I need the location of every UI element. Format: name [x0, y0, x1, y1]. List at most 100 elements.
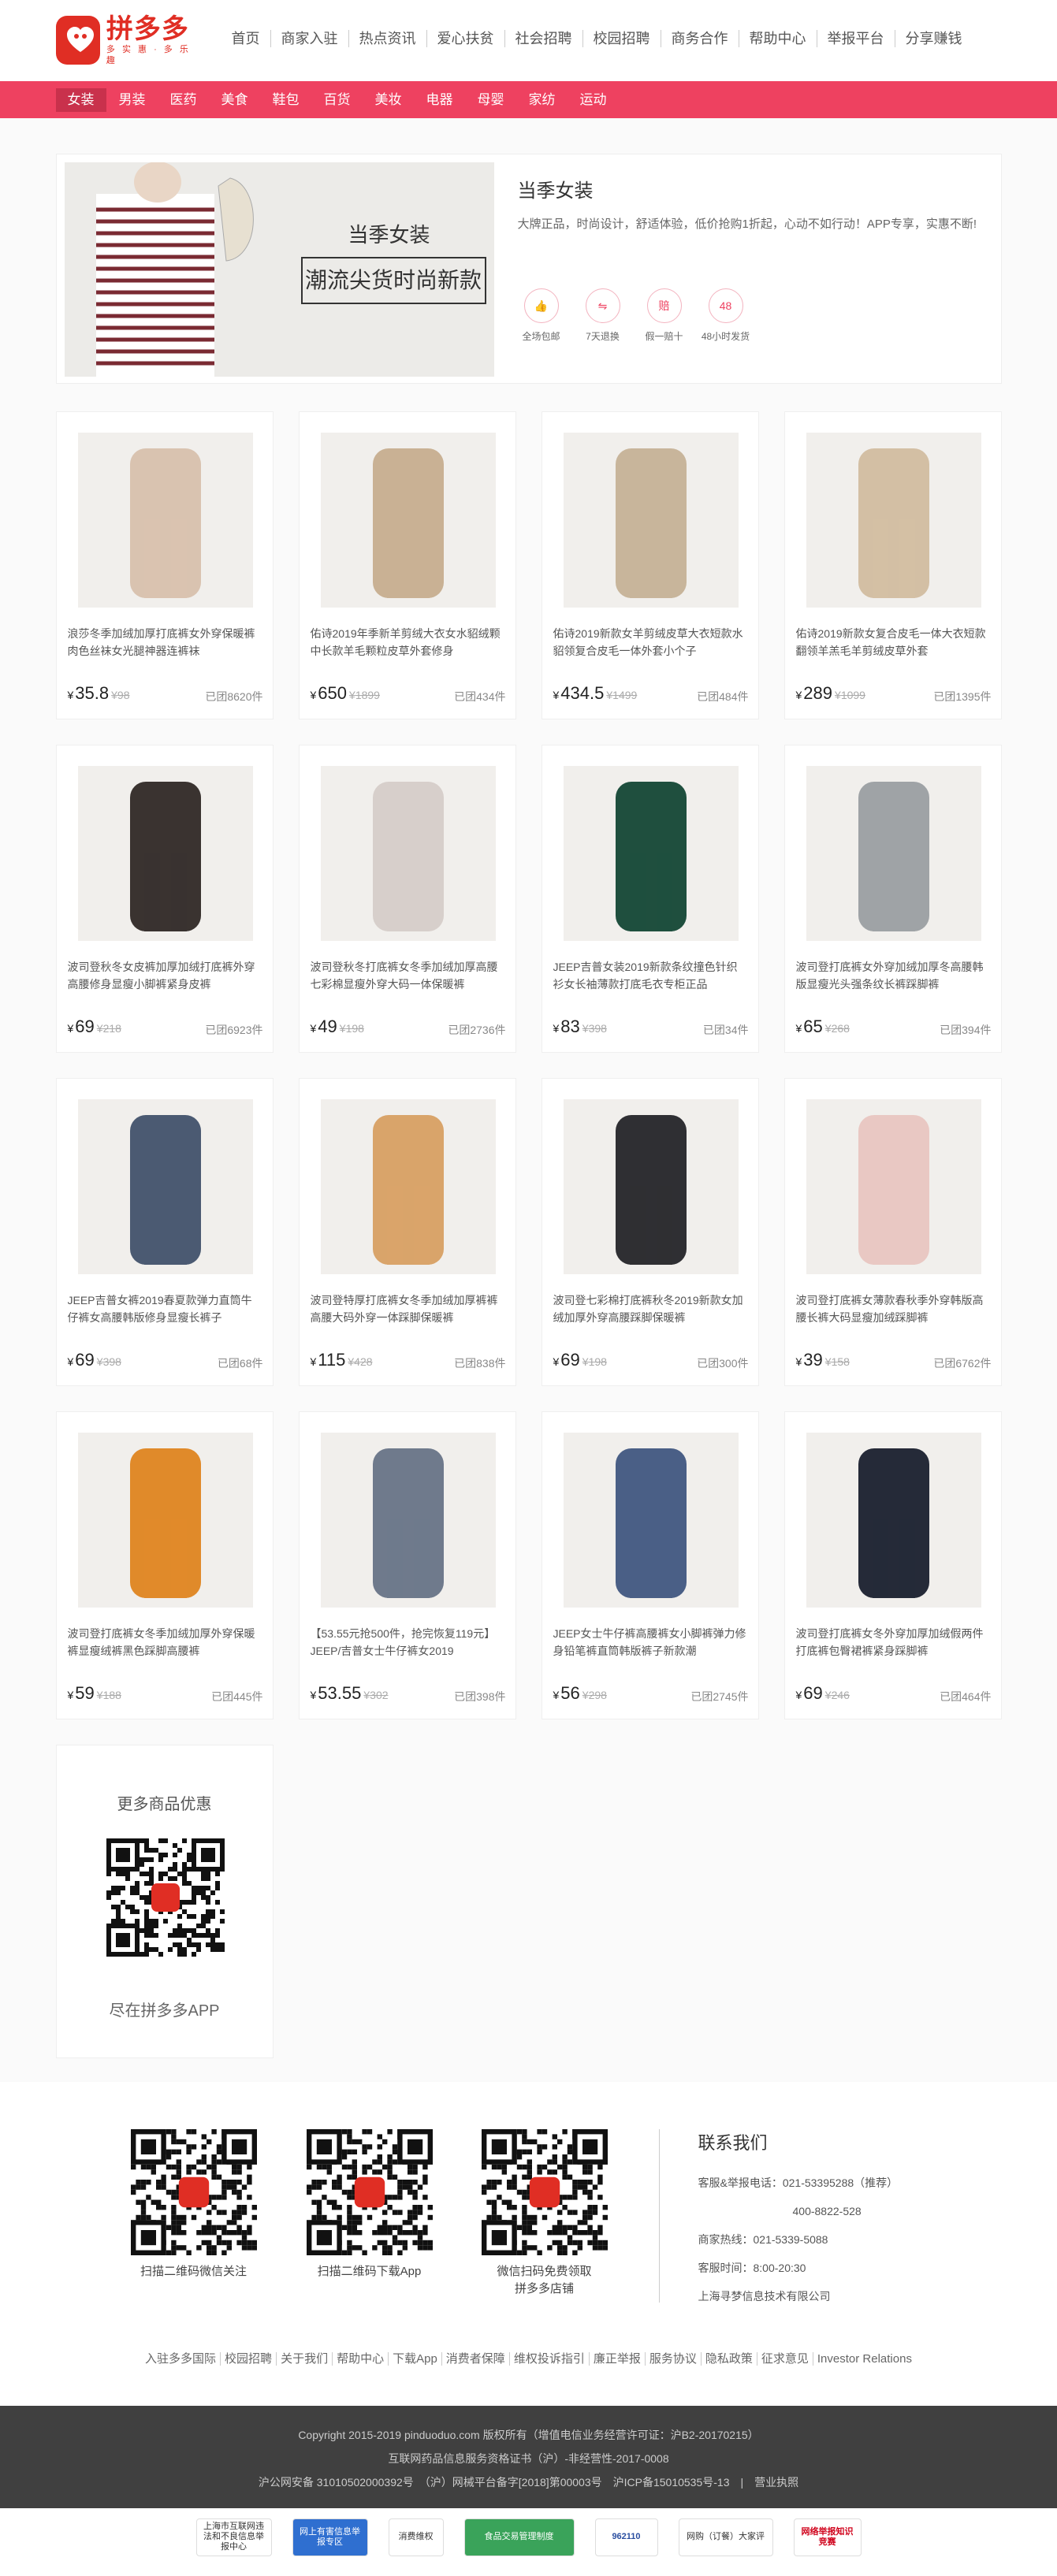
badge-consumer-rights[interactable]: 消费维权 — [388, 2518, 444, 2556]
product-image[interactable] — [320, 433, 496, 608]
product-card[interactable]: 波司登特厚打底裤女冬季加绒加厚裤裤高腰大码外穿一体踩脚保暖裤 ¥115 ¥428 已团… — [298, 1078, 516, 1386]
product-card[interactable]: 波司登打底裤女冬外穿加厚加绒假两件打底裤包臀裙裤紧身踩脚裤 ¥69 ¥246 已团46… — [783, 1411, 1002, 1719]
category-women[interactable]: 女装 — [55, 88, 106, 112]
category-food[interactable]: 美食 — [210, 88, 260, 112]
product-name[interactable]: 波司登秋冬打底裤女冬季加绒加厚高腰七彩棉显瘦外穿大码一体保暖裤 — [311, 958, 506, 993]
product-name[interactable]: 波司登七彩棉打底裤秋冬2019新款女加绒加厚外穿高腰踩脚保暖裤 — [553, 1292, 749, 1326]
category-sports[interactable]: 运动 — [568, 88, 619, 112]
nav-home[interactable]: 首页 — [221, 30, 270, 47]
badge-report-center[interactable]: 上海市互联网违法和不良信息举报中心 — [195, 2518, 272, 2556]
category-medicine[interactable]: 医药 — [158, 88, 209, 112]
nav-share-earn[interactable]: 分享赚钱 — [894, 30, 973, 47]
yen-icon: ¥ — [67, 1355, 74, 1368]
yen-icon: ¥ — [67, 689, 74, 701]
product-image[interactable] — [806, 766, 981, 941]
nav-report[interactable]: 举报平台 — [816, 30, 895, 47]
nav-help-center[interactable]: 帮助中心 — [738, 30, 817, 47]
link-terms[interactable]: 服务协议 — [644, 2352, 701, 2366]
product-name[interactable]: 波司登打底裤女薄款春秋季外穿韩版高腰长裤大码显瘦加绒踩脚裤 — [796, 1292, 992, 1326]
product-image[interactable] — [563, 1433, 739, 1608]
product-image[interactable] — [77, 766, 253, 941]
nav-poverty-aid[interactable]: 爱心扶贫 — [426, 30, 504, 47]
product-card[interactable]: 波司登打底裤女冬季加绒加厚外穿保暖裤显瘦绒裤黑色踩脚高腰裤 ¥59 ¥188 已团44… — [55, 1411, 274, 1719]
product-card[interactable]: 波司登打底裤女薄款春秋季外穿韩版高腰长裤大码显瘦加绒踩脚裤 ¥39 ¥158 已团67… — [783, 1078, 1002, 1386]
badge-online-review[interactable]: 网购（订餐）大家评 — [678, 2518, 773, 2556]
more-deals-card[interactable]: 更多商品优惠 尽在拼多多APP — [55, 1745, 274, 2058]
nav-social-recruit[interactable]: 社会招聘 — [504, 30, 582, 47]
product-image[interactable] — [77, 433, 253, 608]
product-image[interactable] — [320, 1099, 496, 1274]
link-consumer[interactable]: 消费者保障 — [441, 2352, 509, 2366]
product-name[interactable]: 波司登特厚打底裤女冬季加绒加厚裤裤高腰大码外穿一体踩脚保暖裤 — [311, 1292, 506, 1326]
product-card[interactable]: 浪莎冬季加绒加厚打底裤女外穿保暖裤肉色丝袜女光腿神器连裤袜 ¥35.8 ¥98 已团8… — [55, 411, 274, 719]
product-card[interactable]: JEEP吉普女装2019新款条纹撞色针织衫女长袖薄款打底毛衣专柜正品 ¥83 ¥39… — [541, 745, 759, 1053]
product-name[interactable]: JEEP吉普女装2019新款条纹撞色针织衫女长袖薄款打底毛衣专柜正品 — [553, 958, 749, 993]
product-name[interactable]: 波司登打底裤女冬季加绒加厚外穿保暖裤显瘦绒裤黑色踩脚高腰裤 — [68, 1625, 263, 1660]
product-name[interactable]: 波司登秋冬女皮裤加厚加绒打底裤外穿高腰修身显瘦小脚裤紧身皮裤 — [68, 958, 263, 993]
link-campus[interactable]: 校园招聘 — [220, 2352, 277, 2366]
product-image[interactable] — [806, 1433, 981, 1608]
product-price: ¥69 ¥218 — [68, 1017, 121, 1037]
product-name[interactable]: 佑诗2019新款女羊剪绒皮草大衣短款水貂领复合皮毛一体外套小个子 — [553, 625, 749, 660]
category-general[interactable]: 百货 — [312, 88, 363, 112]
link-integrity[interactable]: 廉正举报 — [588, 2352, 645, 2366]
product-name[interactable]: 浪莎冬季加绒加厚打底裤女外穿保暖裤肉色丝袜女光腿神器连裤袜 — [68, 625, 263, 660]
product-name[interactable]: 佑诗2019年季新羊剪绒大衣女水貂绒颗中长款羊毛颗粒皮草外套修身 — [311, 625, 506, 660]
category-appliance[interactable]: 电器 — [415, 88, 465, 112]
product-card[interactable]: JEEP吉普女裤2019春夏款弹力直筒牛仔裤女高腰韩版修身显瘦长裤子 ¥69 ¥39… — [55, 1078, 274, 1386]
category-shoes-bags[interactable]: 鞋包 — [261, 88, 311, 112]
product-image[interactable] — [563, 1099, 739, 1274]
product-image[interactable] — [77, 1099, 253, 1274]
product-price: ¥650 ¥1899 — [311, 683, 380, 704]
product-image[interactable] — [563, 766, 739, 941]
category-home-textile[interactable]: 家纺 — [517, 88, 568, 112]
product-card[interactable]: 佑诗2019新款女复合皮毛一体大衣短款翻领羊羔毛羊剪绒皮草外套 ¥289 ¥1099… — [783, 411, 1002, 719]
category-baby[interactable]: 母婴 — [466, 88, 516, 112]
link-complaint[interactable]: 维权投诉指引 — [508, 2352, 589, 2366]
product-card[interactable]: 波司登七彩棉打底裤秋冬2019新款女加绒加厚外穿高腰踩脚保暖裤 ¥69 ¥198 已团… — [541, 1078, 759, 1386]
product-name[interactable]: 波司登打底裤女冬外穿加厚加绒假两件打底裤包臀裙裤紧身踩脚裤 — [796, 1625, 992, 1660]
qr-code-icon — [106, 1838, 225, 1957]
badge-food-trading[interactable]: 食品交易管理制度 — [463, 2518, 575, 2556]
link-intl[interactable]: 入驻多多国际 — [141, 2352, 220, 2366]
logo[interactable]: 拼多多 多 实 惠 · 多 乐 趣 — [55, 14, 198, 65]
link-investor[interactable]: Investor Relations — [812, 2352, 916, 2366]
link-about[interactable]: 关于我们 — [276, 2352, 333, 2366]
category-beauty[interactable]: 美妆 — [363, 88, 414, 112]
nav-campus-recruit[interactable]: 校园招聘 — [582, 30, 661, 47]
nav-merchant-join[interactable]: 商家入驻 — [270, 30, 348, 47]
product-name[interactable]: 【53.55元抢500件，抢完恢复119元】JEEP/吉普女士牛仔裤女2019 — [311, 1625, 506, 1660]
link-feedback[interactable]: 征求意见 — [756, 2352, 813, 2366]
product-name[interactable]: JEEP吉普女裤2019春夏款弹力直筒牛仔裤女高腰韩版修身显瘦长裤子 — [68, 1292, 263, 1326]
product-image[interactable] — [77, 1433, 253, 1608]
product-card[interactable]: 佑诗2019年季新羊剪绒大衣女水貂绒颗中长款羊毛颗粒皮草外套修身 ¥650 ¥189… — [298, 411, 516, 719]
yen-icon: ¥ — [67, 1689, 74, 1701]
product-card[interactable]: JEEP女士牛仔裤高腰裤女小脚裤弹力修身铅笔裤直筒韩版裤子新款潮 ¥56 ¥298 已… — [541, 1411, 759, 1719]
original-price: ¥398 — [582, 1022, 607, 1035]
product-image[interactable] — [320, 766, 496, 941]
product-name[interactable]: JEEP女士牛仔裤高腰裤女小脚裤弹力修身铅笔裤直筒韩版裤子新款潮 — [553, 1625, 749, 1660]
product-name[interactable]: 波司登打底裤女外穿加绒加厚冬高腰韩版显瘦光头强条纹长裤踩脚裤 — [796, 958, 992, 993]
nav-business-coop[interactable]: 商务合作 — [660, 30, 739, 47]
product-image[interactable] — [806, 1099, 981, 1274]
product-name[interactable]: 佑诗2019新款女复合皮毛一体大衣短款翻领羊羔毛羊剪绒皮草外套 — [796, 625, 992, 660]
link-help[interactable]: 帮助中心 — [332, 2352, 389, 2366]
product-image[interactable] — [563, 433, 739, 608]
badge-962110[interactable]: 962110 — [594, 2518, 658, 2556]
link-privacy[interactable]: 隐私政策 — [700, 2352, 757, 2366]
category-men[interactable]: 男装 — [107, 88, 158, 112]
product-card[interactable]: 【53.55元抢500件，抢完恢复119元】JEEP/吉普女士牛仔裤女2019 ¥… — [298, 1411, 516, 1719]
product-image[interactable] — [320, 1433, 496, 1608]
feature-label: 假一赔十 — [645, 331, 683, 342]
product-card[interactable]: 佑诗2019新款女羊剪绒皮草大衣短款水貂领复合皮毛一体外套小个子 ¥434.5 ¥1… — [541, 411, 759, 719]
product-card[interactable]: 波司登打底裤女外穿加绒加厚冬高腰韩版显瘦光头强条纹长裤踩脚裤 ¥65 ¥268 已团3… — [783, 745, 1002, 1053]
product-card[interactable]: 波司登秋冬女皮裤加厚加绒打底裤外穿高腰修身显瘦小脚裤紧身皮裤 ¥69 ¥218 已团6… — [55, 745, 274, 1053]
banner-image[interactable]: 当季女装 潮流尖货时尚新款 — [64, 162, 494, 377]
qr-code-icon — [306, 2129, 433, 2255]
nav-hot-news[interactable]: 热点资讯 — [348, 30, 426, 47]
link-download[interactable]: 下载App — [388, 2352, 441, 2366]
badge-harmful-info[interactable]: 网上有害信息举报专区 — [292, 2518, 368, 2556]
badge-report-quiz[interactable]: 网络举报知识竞赛 — [793, 2518, 862, 2556]
product-image[interactable] — [806, 433, 981, 608]
product-card[interactable]: 波司登秋冬打底裤女冬季加绒加厚高腰七彩棉显瘦外穿大码一体保暖裤 ¥49 ¥198 已团… — [298, 745, 516, 1053]
